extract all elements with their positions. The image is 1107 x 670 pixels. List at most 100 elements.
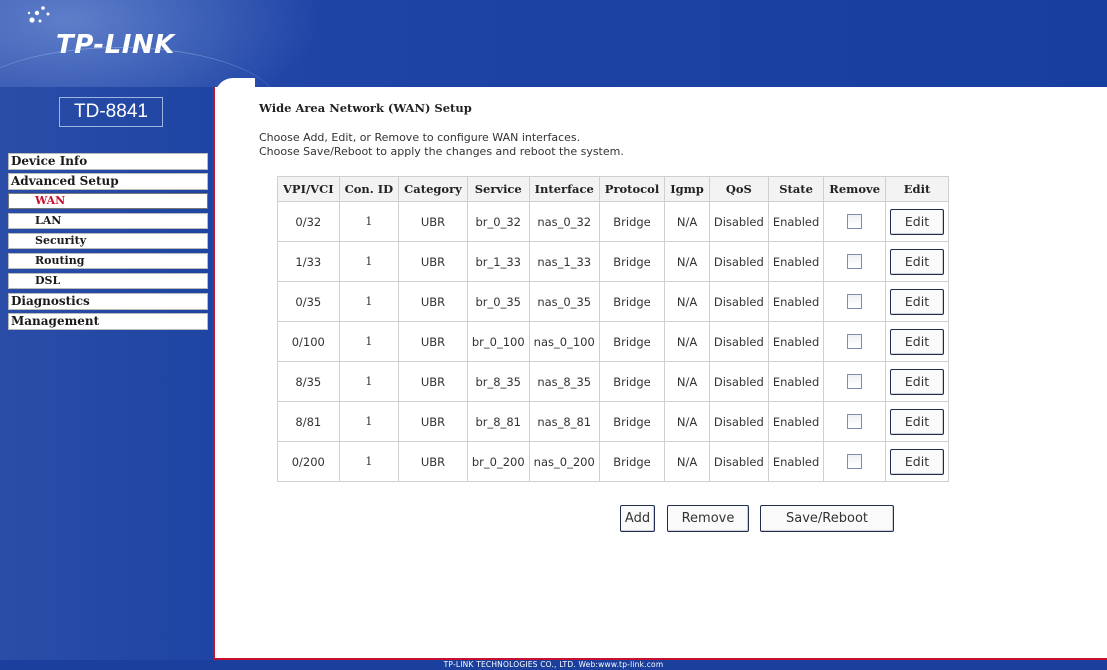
cell-igmp: N/A — [664, 361, 710, 402]
sidebar-item-security[interactable]: Security — [8, 233, 208, 249]
cell-remove — [823, 321, 887, 362]
page-description: Choose Add, Edit, or Remove to configure… — [259, 131, 624, 159]
column-header-protocol: Protocol — [598, 176, 666, 202]
cell-protocol: Bridge — [598, 321, 666, 362]
cell-state: Enabled — [767, 441, 825, 482]
save-reboot-button[interactable]: Save/Reboot — [760, 505, 894, 532]
cell-service: br_0_100 — [466, 321, 530, 362]
cell-category: UBR — [398, 241, 468, 282]
cell-category: UBR — [398, 361, 468, 402]
edit-button[interactable]: Edit — [890, 408, 945, 435]
cell-remove — [823, 401, 887, 442]
cell-interface: nas_8_81 — [528, 401, 600, 442]
column-header-qos: QoS — [708, 176, 769, 202]
cell-igmp: N/A — [664, 281, 710, 322]
sidebar-item-device-info[interactable]: Device Info — [8, 153, 208, 170]
table-row: 0/100 1 UBR br_0_100 nas_0_100 Bridge N/… — [277, 321, 950, 362]
cell-vpivci: 0/100 — [277, 321, 340, 362]
edit-button[interactable]: Edit — [890, 368, 945, 395]
cell-con-id: 1 — [338, 401, 400, 442]
cell-edit: Edit — [885, 241, 950, 282]
cell-vpivci: 1/33 — [277, 241, 340, 282]
sidebar-item-wan[interactable]: WAN — [8, 193, 208, 209]
cell-service: br_8_81 — [466, 401, 530, 442]
cell-protocol: Bridge — [598, 201, 666, 242]
cell-category: UBR — [398, 281, 468, 322]
cell-remove — [823, 241, 887, 282]
cell-con-id: 1 — [338, 201, 400, 242]
remove-checkbox[interactable] — [847, 254, 863, 269]
sidebar-item-routing[interactable]: Routing — [8, 253, 208, 269]
cell-igmp: N/A — [664, 401, 710, 442]
cell-state: Enabled — [767, 281, 825, 322]
column-header-vpivci: VPI/VCI — [277, 176, 340, 202]
sidebar-item-dsl[interactable]: DSL — [8, 273, 208, 289]
cell-edit: Edit — [885, 281, 950, 322]
cell-category: UBR — [398, 401, 468, 442]
cell-remove — [823, 201, 887, 242]
cell-category: UBR — [398, 201, 468, 242]
cell-state: Enabled — [767, 321, 825, 362]
cell-edit: Edit — [885, 441, 950, 482]
cell-qos: Disabled — [708, 441, 769, 482]
table-row: 8/81 1 UBR br_8_81 nas_8_81 Bridge N/A D… — [277, 401, 950, 442]
cell-state: Enabled — [767, 241, 825, 282]
cell-edit: Edit — [885, 361, 950, 402]
description-line: Choose Save/Reboot to apply the changes … — [259, 145, 624, 158]
sidebar-nav: Device Info Advanced Setup WAN LAN Secur… — [8, 153, 208, 333]
edit-button[interactable]: Edit — [890, 448, 945, 475]
cell-vpivci: 0/35 — [277, 281, 340, 322]
cell-edit: Edit — [885, 401, 950, 442]
cell-service: br_0_200 — [466, 441, 530, 482]
cell-edit: Edit — [885, 201, 950, 242]
column-header-interface: Interface — [528, 176, 600, 202]
sidebar-item-lan[interactable]: LAN — [8, 213, 208, 229]
sidebar-item-management[interactable]: Management — [8, 313, 208, 330]
cell-remove — [823, 441, 887, 482]
remove-checkbox[interactable] — [847, 214, 863, 229]
cell-qos: Disabled — [708, 201, 769, 242]
remove-checkbox[interactable] — [847, 414, 863, 429]
model-name: TD-8841 — [59, 97, 163, 127]
column-header-edit: Edit — [885, 176, 950, 202]
table-row: 8/35 1 UBR br_8_35 nas_8_35 Bridge N/A D… — [277, 361, 950, 402]
add-button[interactable]: Add — [620, 505, 655, 532]
table-row: 0/32 1 UBR br_0_32 nas_0_32 Bridge N/A D… — [277, 201, 950, 242]
cell-vpivci: 8/35 — [277, 361, 340, 402]
cell-qos: Disabled — [708, 321, 769, 362]
remove-checkbox[interactable] — [847, 454, 863, 469]
table-row: 0/35 1 UBR br_0_35 nas_0_35 Bridge N/A D… — [277, 281, 950, 322]
cell-qos: Disabled — [708, 241, 769, 282]
edit-button[interactable]: Edit — [890, 248, 945, 275]
remove-checkbox[interactable] — [847, 294, 863, 309]
cell-interface: nas_8_35 — [528, 361, 600, 402]
cell-con-id: 1 — [338, 361, 400, 402]
cell-protocol: Bridge — [598, 361, 666, 402]
cell-qos: Disabled — [708, 361, 769, 402]
edit-button[interactable]: Edit — [890, 288, 945, 315]
cell-con-id: 1 — [338, 321, 400, 362]
table-header-row: VPI/VCI Con. ID Category Service Interfa… — [277, 176, 950, 202]
cell-state: Enabled — [767, 361, 825, 402]
sidebar-item-advanced-setup[interactable]: Advanced Setup — [8, 173, 208, 190]
cell-igmp: N/A — [664, 201, 710, 242]
remove-button[interactable]: Remove — [667, 505, 749, 532]
column-header-remove: Remove — [823, 176, 887, 202]
sidebar-item-diagnostics[interactable]: Diagnostics — [8, 293, 208, 310]
cell-state: Enabled — [767, 401, 825, 442]
cell-con-id: 1 — [338, 441, 400, 482]
cell-qos: Disabled — [708, 401, 769, 442]
edit-button[interactable]: Edit — [890, 208, 945, 235]
cell-interface: nas_0_200 — [528, 441, 600, 482]
cell-vpivci: 0/200 — [277, 441, 340, 482]
cell-con-id: 1 — [338, 281, 400, 322]
remove-checkbox[interactable] — [847, 374, 863, 389]
cell-edit: Edit — [885, 321, 950, 362]
cell-protocol: Bridge — [598, 281, 666, 322]
column-header-state: State — [767, 176, 825, 202]
sidebar: TD-8841 Device Info Advanced Setup WAN L… — [0, 47, 280, 660]
remove-checkbox[interactable] — [847, 334, 863, 349]
tp-link-logo-icon — [27, 6, 50, 23]
edit-button[interactable]: Edit — [890, 328, 945, 355]
cell-interface: nas_0_35 — [528, 281, 600, 322]
